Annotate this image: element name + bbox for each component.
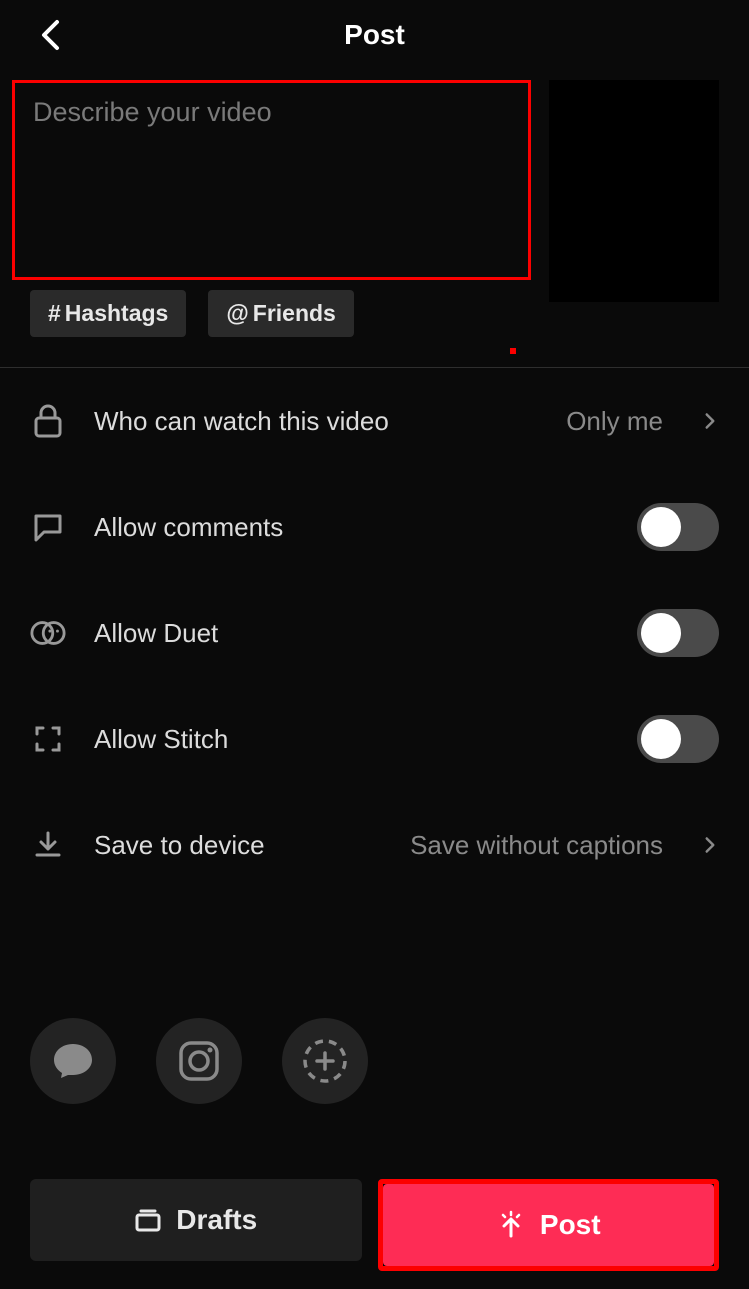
friends-button[interactable]: @ Friends bbox=[208, 290, 354, 337]
share-message-button[interactable] bbox=[30, 1018, 116, 1104]
page-title: Post bbox=[344, 19, 405, 51]
drafts-icon bbox=[134, 1207, 162, 1233]
friends-label: Friends bbox=[253, 300, 336, 327]
share-instagram-button[interactable] bbox=[156, 1018, 242, 1104]
highlight-dot bbox=[510, 348, 516, 354]
stitch-row: Allow Stitch bbox=[30, 686, 719, 792]
stitch-icon bbox=[30, 721, 66, 757]
duet-row: Allow Duet bbox=[30, 580, 719, 686]
share-more-button[interactable] bbox=[282, 1018, 368, 1104]
save-row[interactable]: Save to device Save without captions bbox=[30, 792, 719, 898]
privacy-row[interactable]: Who can watch this video Only me bbox=[30, 368, 719, 474]
post-icon bbox=[496, 1210, 526, 1240]
privacy-value: Only me bbox=[566, 406, 663, 437]
comments-label: Allow comments bbox=[94, 512, 609, 543]
speech-bubble-icon bbox=[52, 1042, 94, 1080]
save-value: Save without captions bbox=[410, 830, 663, 861]
drafts-label: Drafts bbox=[176, 1204, 257, 1236]
download-icon bbox=[30, 827, 66, 863]
lock-icon bbox=[30, 403, 66, 439]
hashtags-button[interactable]: # Hashtags bbox=[30, 290, 186, 337]
comment-icon bbox=[30, 509, 66, 545]
comments-row: Allow comments bbox=[30, 474, 719, 580]
hashtags-label: Hashtags bbox=[65, 300, 169, 327]
duet-label: Allow Duet bbox=[94, 618, 609, 649]
post-label: Post bbox=[540, 1209, 601, 1241]
mention-icon: @ bbox=[226, 300, 248, 327]
stitch-toggle[interactable] bbox=[637, 715, 719, 763]
add-circle-dashed-icon bbox=[301, 1037, 349, 1085]
comments-toggle[interactable] bbox=[637, 503, 719, 551]
privacy-label: Who can watch this video bbox=[94, 406, 538, 437]
post-button[interactable]: Post bbox=[383, 1184, 715, 1266]
chevron-right-icon bbox=[701, 836, 719, 854]
video-thumbnail[interactable] bbox=[549, 80, 719, 302]
chevron-left-icon bbox=[39, 18, 61, 52]
hashtag-icon: # bbox=[48, 300, 61, 327]
save-label: Save to device bbox=[94, 830, 382, 861]
drafts-button[interactable]: Drafts bbox=[30, 1179, 362, 1261]
duet-icon bbox=[30, 615, 66, 651]
back-button[interactable] bbox=[30, 15, 70, 55]
caption-input[interactable]: Describe your video bbox=[12, 80, 531, 280]
chevron-right-icon bbox=[701, 412, 719, 430]
caption-placeholder: Describe your video bbox=[33, 97, 510, 128]
stitch-label: Allow Stitch bbox=[94, 724, 609, 755]
instagram-icon bbox=[177, 1039, 221, 1083]
duet-toggle[interactable] bbox=[637, 609, 719, 657]
